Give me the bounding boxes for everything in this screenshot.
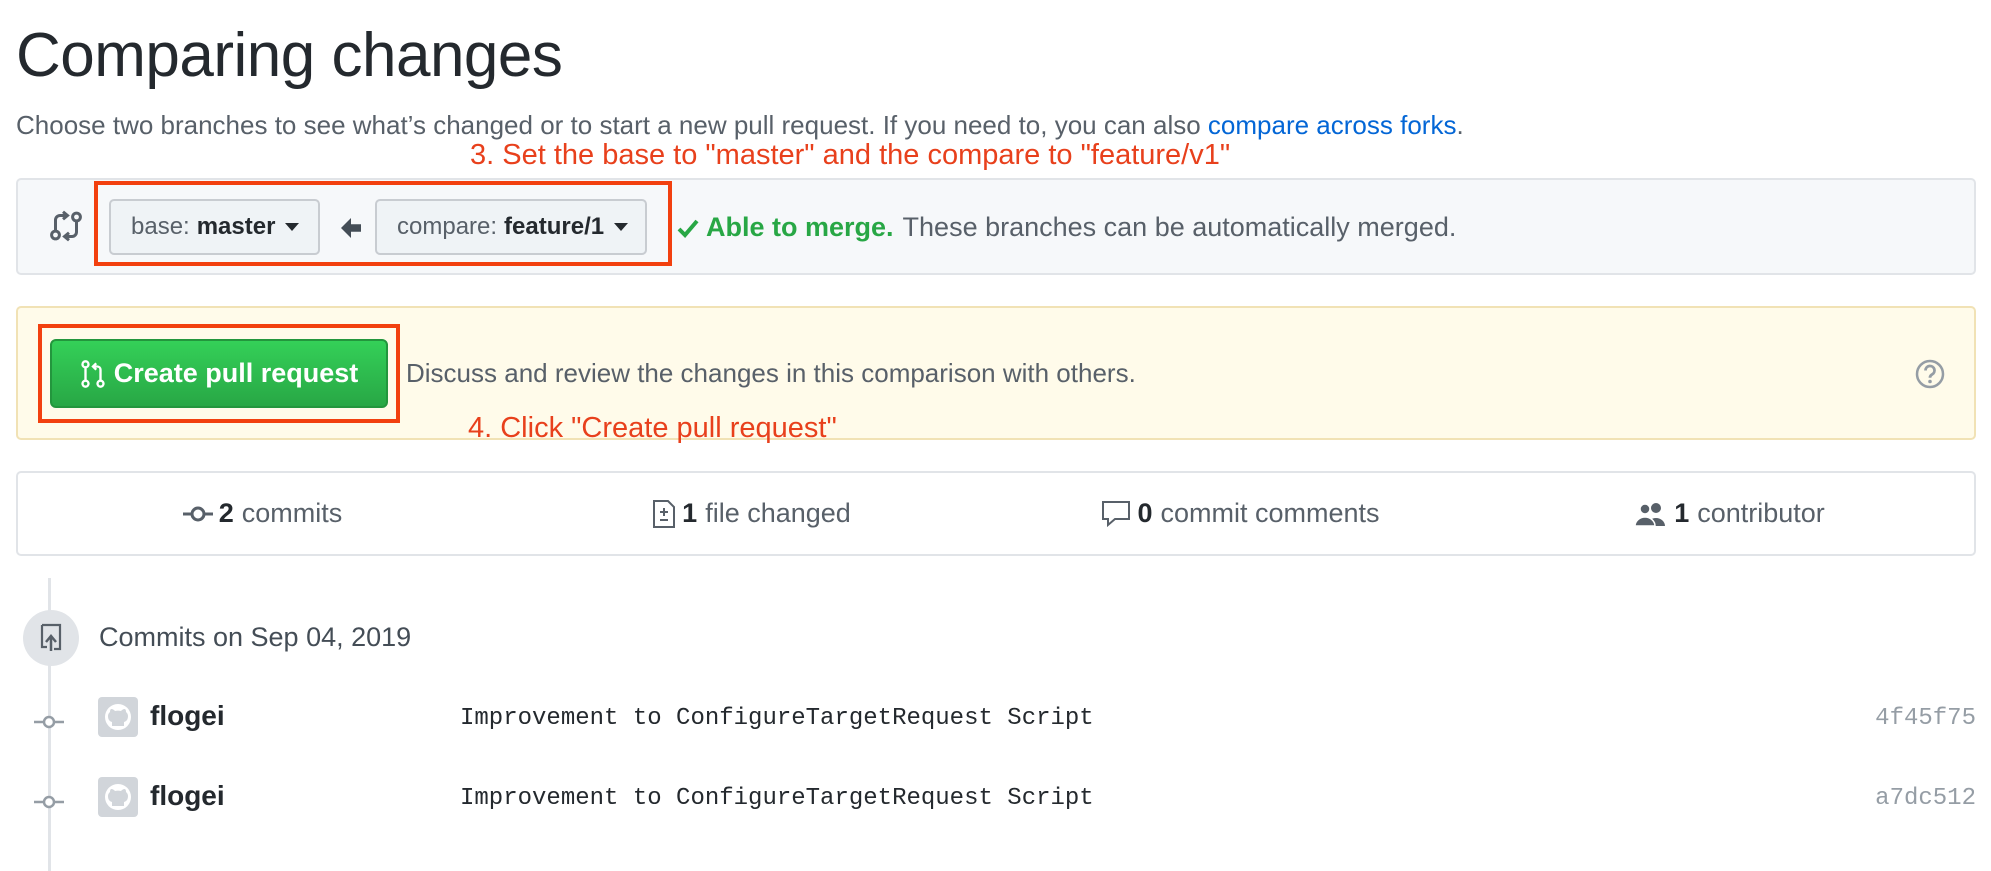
avatar[interactable] — [98, 777, 138, 817]
page-subtitle: Choose two branches to see what’s change… — [16, 110, 1464, 141]
subtitle-text: Choose two branches to see what’s change… — [16, 110, 1208, 140]
commit-row: flogei Improvement to ConfigureTargetReq… — [0, 697, 1991, 747]
summary-contributors[interactable]: 1 contributor — [1485, 473, 1974, 554]
commits-label: commits — [241, 498, 343, 528]
git-compare-icon — [50, 210, 82, 242]
annotation-highlight-pr-button — [38, 324, 400, 423]
commits-count: 2 — [218, 498, 234, 528]
github-avatar-icon — [105, 784, 131, 810]
summary-files[interactable]: 1 file changed — [507, 473, 996, 554]
check-icon — [677, 219, 699, 238]
github-avatar-icon — [105, 704, 131, 730]
avatar[interactable] — [98, 697, 138, 737]
git-commit-icon — [34, 795, 64, 809]
comments-label: commit comments — [1160, 498, 1380, 528]
git-commit-icon — [34, 715, 64, 729]
compare-page: Comparing changes Choose two branches to… — [0, 0, 1991, 871]
annotation-step-3: 3. Set the base to "master" and the comp… — [470, 139, 1231, 171]
annotation-highlight-branches — [94, 181, 672, 266]
comments-count: 0 — [1137, 498, 1153, 528]
commit-sha[interactable]: a7dc512 — [1875, 785, 1976, 812]
contributors-label: contributor — [1697, 498, 1825, 528]
subtitle-end: . — [1456, 110, 1464, 140]
files-count: 1 — [682, 498, 698, 528]
commits-day-title: Commits on Sep 04, 2019 — [99, 622, 412, 652]
merge-ok-text: Able to merge. — [706, 212, 894, 242]
merge-status: Able to merge. These branches can be aut… — [676, 212, 1456, 243]
page-title: Comparing changes — [16, 21, 563, 90]
commit-row: flogei Improvement to ConfigureTargetReq… — [0, 777, 1991, 827]
comment-icon — [1102, 500, 1131, 527]
commit-message[interactable]: Improvement to ConfigureTargetRequest Sc… — [460, 705, 1094, 732]
file-diff-icon — [653, 499, 676, 528]
numbers-summary: 2 commits 1 file changed 0 commit comments — [16, 471, 1976, 556]
commit-message[interactable]: Improvement to ConfigureTargetRequest Sc… — [460, 785, 1094, 812]
commit-sha[interactable]: 4f45f75 — [1875, 705, 1976, 732]
question-icon[interactable] — [1914, 358, 1946, 390]
merge-description: These branches can be automatically merg… — [902, 212, 1457, 242]
annotation-step-4: 4. Click "Create pull request" — [468, 412, 837, 444]
git-commit-icon — [182, 506, 213, 521]
commit-author[interactable]: flogei — [150, 700, 225, 732]
files-label: file changed — [705, 498, 851, 528]
commit-day-badge — [23, 610, 79, 666]
contributors-count: 1 — [1674, 498, 1690, 528]
repo-push-icon — [40, 623, 62, 651]
summary-commits[interactable]: 2 commits — [18, 473, 507, 554]
compare-across-forks-link[interactable]: compare across forks — [1208, 110, 1457, 140]
commit-author[interactable]: flogei — [150, 780, 225, 812]
people-icon — [1634, 502, 1666, 527]
pr-description: Discuss and review the changes in this c… — [406, 358, 1136, 388]
summary-comments[interactable]: 0 commit comments — [996, 473, 1485, 554]
